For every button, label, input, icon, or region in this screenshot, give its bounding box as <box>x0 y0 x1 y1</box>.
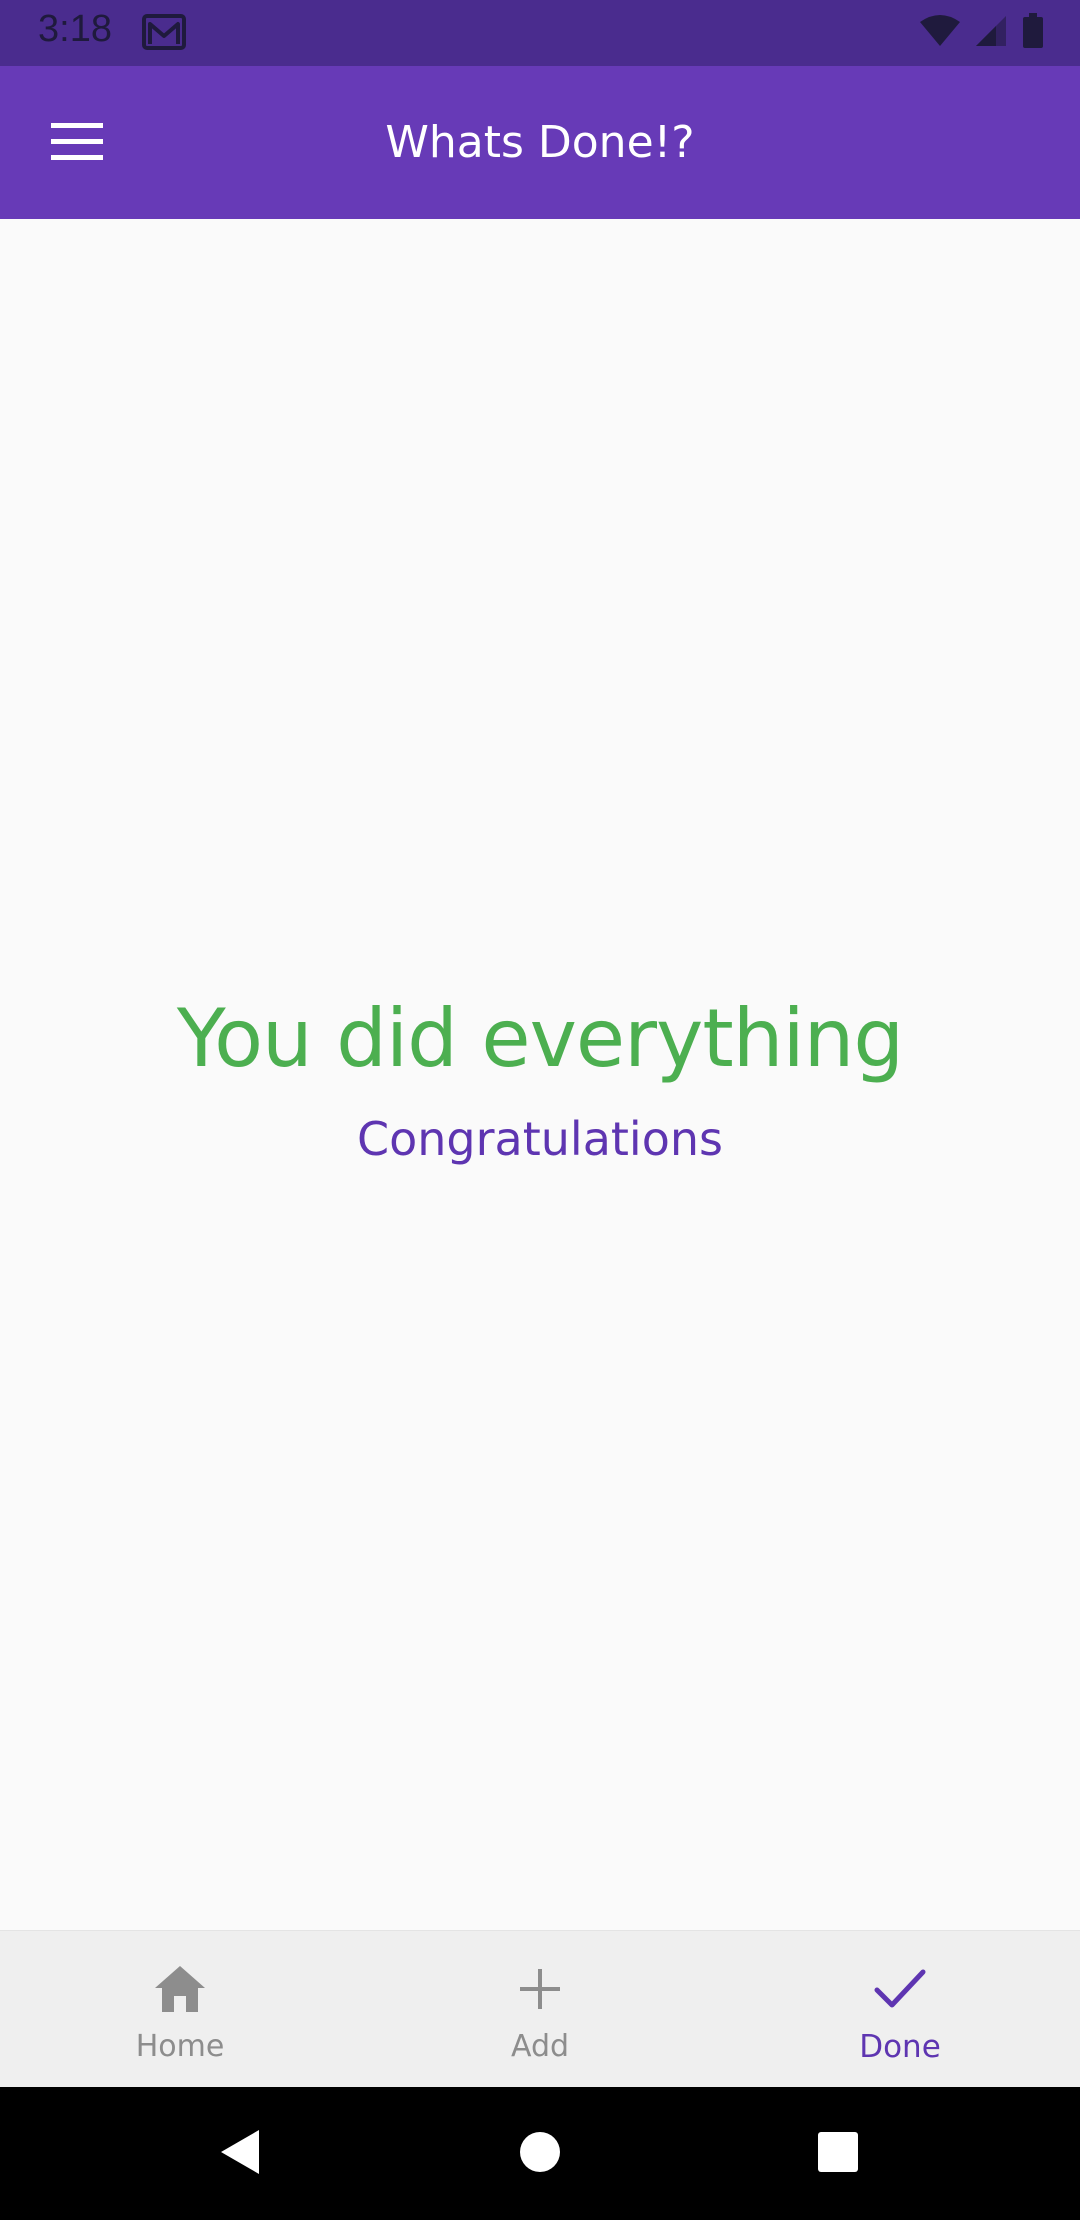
empty-state-headline: You did everything <box>176 992 904 1085</box>
bottom-navigation: Home Add Done <box>0 1930 1080 2088</box>
gmail-icon <box>142 14 186 50</box>
check-icon <box>870 1959 930 2019</box>
nav-item-done[interactable]: Done <box>720 1931 1080 2088</box>
hamburger-menu-icon <box>51 123 103 165</box>
nav-item-home[interactable]: Home <box>0 1931 360 2088</box>
system-home-button[interactable] <box>500 2087 580 2220</box>
recents-icon <box>817 2131 859 2177</box>
wifi-icon <box>920 14 960 52</box>
page-title: Whats Done!? <box>385 117 695 168</box>
back-icon <box>219 2128 261 2180</box>
system-recents-button[interactable] <box>798 2087 878 2220</box>
nav-label-add: Add <box>510 2029 570 2064</box>
battery-icon <box>1022 13 1044 53</box>
nav-label-home: Home <box>135 2029 225 2064</box>
home-icon <box>150 1959 210 2019</box>
signal-icon <box>974 14 1008 52</box>
plus-icon <box>510 1959 570 2019</box>
status-time: 3:18 <box>38 8 112 50</box>
app-bar: Whats Done!? <box>0 66 1080 219</box>
status-bar: 3:18 <box>0 0 1080 66</box>
status-icons <box>920 13 1044 53</box>
menu-button[interactable] <box>40 116 114 172</box>
home-circle-icon <box>519 2131 561 2177</box>
empty-state-subline: Congratulations <box>357 1112 723 1166</box>
main-content: You did everything Congratulations <box>0 219 1080 1930</box>
system-navigation-bar <box>0 2087 1080 2220</box>
nav-item-add[interactable]: Add <box>360 1931 720 2088</box>
system-back-button[interactable] <box>200 2087 280 2220</box>
nav-label-done: Done <box>859 2029 941 2065</box>
